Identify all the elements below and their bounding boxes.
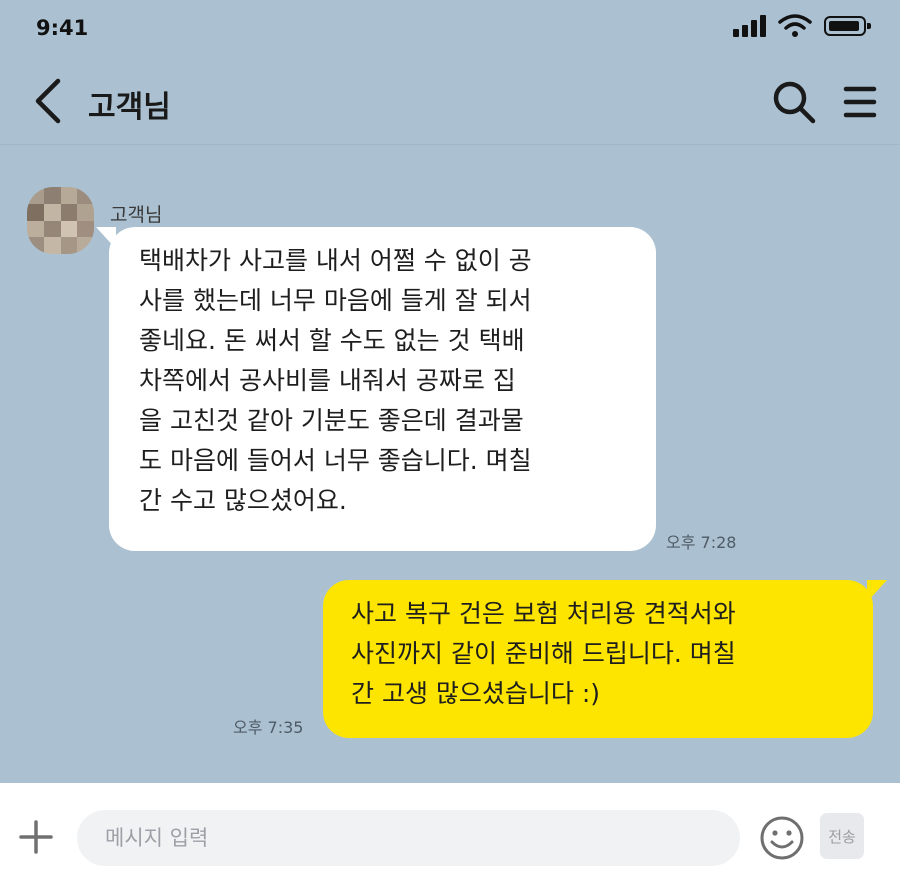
send-button[interactable]: 전송 xyxy=(820,813,864,859)
menu-button[interactable] xyxy=(840,82,880,122)
sender-name: 고객님 xyxy=(110,204,163,226)
cellular-signal-icon xyxy=(733,15,766,37)
outgoing-message-bubble[interactable]: 사고 복구 건은 보험 처리용 견적서와 사진까지 같이 준비해 드립니다. 며… xyxy=(323,580,887,738)
message-input-bar: 전송 xyxy=(0,783,900,893)
incoming-message-bubble[interactable]: 택배차가 사고를 내서 어쩔 수 없이 공 사를 했는데 너무 마음에 들게 잘… xyxy=(96,227,656,551)
emoji-button[interactable] xyxy=(759,815,805,861)
battery-icon xyxy=(824,16,871,36)
back-button[interactable] xyxy=(28,77,68,125)
message-timestamp: 오후 7:35 xyxy=(233,718,304,737)
menu-icon xyxy=(843,86,877,118)
status-icons xyxy=(733,14,871,38)
message-input[interactable] xyxy=(77,810,740,866)
header-divider xyxy=(0,144,900,145)
message-timestamp: 오후 7:28 xyxy=(666,533,737,552)
status-bar: 9:41 xyxy=(0,0,900,60)
chat-title: 고객님 xyxy=(88,90,171,125)
search-button[interactable] xyxy=(770,78,818,126)
emoji-icon xyxy=(760,816,804,860)
wifi-icon xyxy=(778,14,812,37)
search-icon xyxy=(773,81,816,124)
back-arrow-icon xyxy=(35,78,61,124)
plus-icon xyxy=(19,820,53,854)
avatar[interactable] xyxy=(27,187,94,254)
status-time: 9:41 xyxy=(36,16,89,40)
chat-header: 고객님 xyxy=(0,60,900,144)
attach-button[interactable] xyxy=(18,819,54,855)
